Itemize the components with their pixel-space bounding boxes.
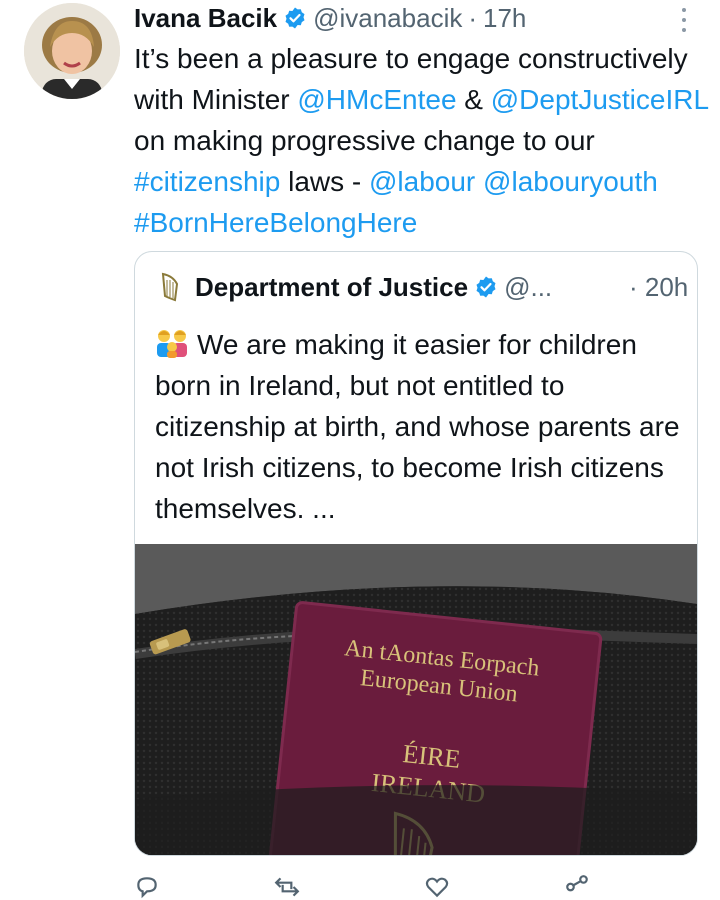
tweet-text-segment: laws -	[280, 166, 369, 197]
author-handle[interactable]: @ivanabacik	[313, 2, 462, 34]
passport-text-line3: ÉIRE	[401, 739, 461, 774]
hashtag-link[interactable]: #citizenship	[134, 166, 280, 197]
mention-link[interactable]: @labouryouth	[483, 166, 658, 197]
tweet-text-segment: on making progressive change to our	[134, 125, 595, 156]
heart-icon	[425, 877, 449, 898]
quoted-tweet[interactable]: Department of Justice @... · 20h We are …	[134, 251, 698, 856]
quoted-tweet-text: We are making it easier for children bor…	[155, 324, 685, 529]
passport-image[interactable]: An tAontas Eorpach European Union ÉIRE I…	[135, 544, 697, 855]
timestamp[interactable]: 17h	[483, 2, 526, 34]
avatar[interactable]	[24, 3, 120, 99]
hashtag-link[interactable]: #BornHereBelongHere	[134, 207, 417, 238]
like-button[interactable]	[424, 874, 450, 900]
tweet-text: It’s been a pleasure to engage construct…	[134, 38, 708, 243]
passport-photo: An tAontas Eorpach European Union ÉIRE I…	[135, 544, 697, 855]
quoted-tweet-body: We are making it easier for children bor…	[155, 329, 680, 524]
mention-link[interactable]: @labour	[369, 166, 475, 197]
mention-link[interactable]: @HMcEntee	[297, 84, 456, 115]
tweet-header: Ivana Bacik @ivanabacik · 17h	[134, 2, 526, 34]
quoted-timestamp[interactable]: · 20h	[629, 270, 688, 304]
more-options-icon[interactable]	[676, 8, 692, 32]
quoted-tweet-header: Department of Justice @... · 20h	[159, 270, 688, 304]
verified-badge-icon	[474, 275, 498, 299]
avatar-photo	[24, 3, 120, 99]
family-emoji-icon	[157, 330, 187, 358]
separator-dot: ·	[468, 3, 478, 33]
reply-button[interactable]	[134, 874, 160, 900]
author-name[interactable]: Ivana Bacik	[134, 2, 277, 34]
mention-link[interactable]: @DeptJusticeIRL	[491, 84, 708, 115]
harp-logo-icon	[161, 272, 179, 302]
reply-icon	[137, 877, 157, 899]
quoted-author-handle[interactable]: @...	[504, 270, 552, 304]
quoted-author-name[interactable]: Department of Justice	[195, 270, 468, 304]
tweet-text-segment	[475, 166, 483, 197]
tweet-actions	[134, 874, 694, 899]
retweet-button[interactable]	[274, 874, 300, 900]
retweet-icon	[274, 877, 300, 897]
verified-badge-icon	[283, 6, 307, 30]
share-icon	[566, 875, 588, 892]
share-button[interactable]	[564, 874, 590, 900]
tweet-text-segment: &	[456, 84, 491, 115]
